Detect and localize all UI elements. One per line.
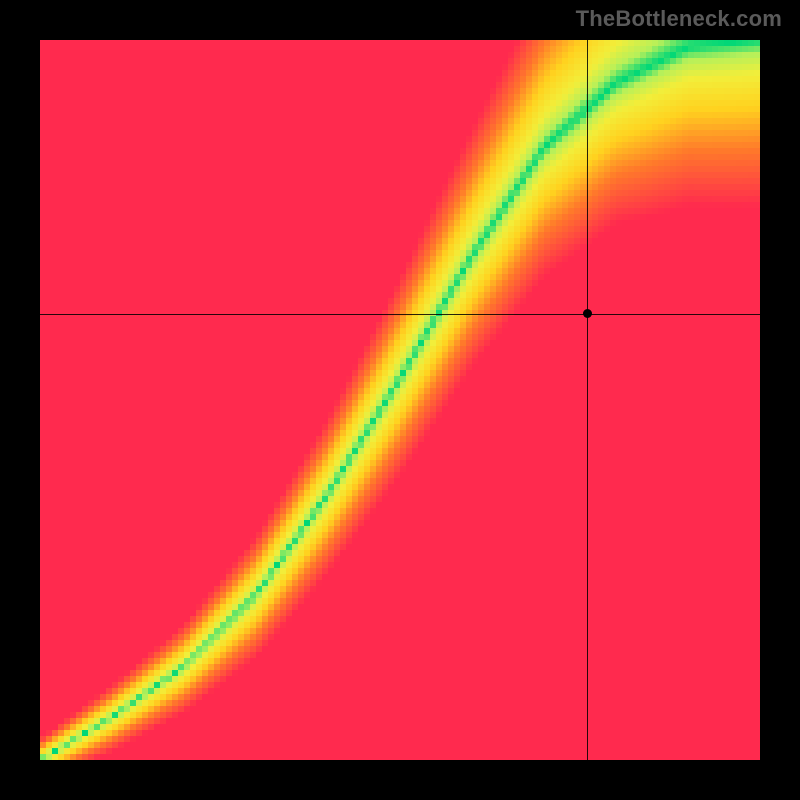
chart-frame: TheBottleneck.com xyxy=(0,0,800,800)
attribution-label: TheBottleneck.com xyxy=(576,6,782,32)
heatmap-plot xyxy=(40,40,760,760)
heatmap-canvas xyxy=(40,40,760,760)
